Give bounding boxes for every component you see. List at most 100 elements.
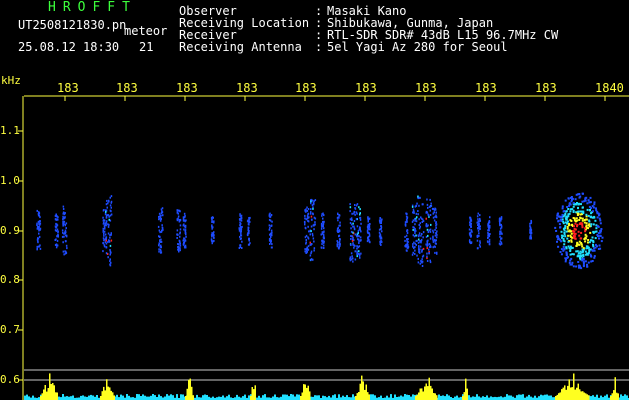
- signal-pixel: [569, 253, 572, 256]
- signal-pixel: [336, 245, 339, 248]
- signal-pixel: [354, 204, 356, 206]
- signal-pixel: [565, 210, 568, 213]
- amplitude-noise: [318, 395, 320, 400]
- signal-pixel: [313, 240, 315, 243]
- amplitude-noise: [516, 395, 518, 400]
- signal-pixel: [404, 223, 407, 226]
- amplitude-noise: [374, 395, 376, 400]
- amplitude-noise: [166, 394, 168, 400]
- signal-pixel: [268, 224, 271, 227]
- signal-pixel: [597, 248, 600, 250]
- signal-pixel: [367, 232, 369, 234]
- signal-pixel: [583, 200, 586, 203]
- signal-pixel: [581, 219, 584, 222]
- amplitude-burst: [556, 394, 558, 400]
- signal-pixel: [596, 216, 599, 219]
- signal-pixel: [102, 219, 105, 222]
- amplitude-noise: [152, 394, 154, 400]
- signal-pixel: [337, 219, 339, 222]
- amplitude-burst: [101, 391, 103, 400]
- signal-pixel: [593, 249, 596, 252]
- signal-pixel: [427, 206, 429, 209]
- signal-pixel: [336, 243, 338, 246]
- signal-pixel: [103, 244, 106, 247]
- signal-pixel: [415, 234, 417, 237]
- signal-pixel: [55, 238, 57, 241]
- signal-pixel: [322, 239, 324, 242]
- signal-pixel: [321, 243, 323, 245]
- signal-pixel: [580, 203, 582, 206]
- signal-pixel: [304, 236, 307, 239]
- signal-pixel: [572, 211, 575, 213]
- signal-pixel: [573, 219, 576, 222]
- amplitude-noise: [476, 394, 478, 400]
- signal-pixel: [479, 228, 481, 230]
- signal-pixel: [63, 235, 65, 238]
- signal-pixel: [358, 238, 360, 241]
- amplitude-noise: [180, 394, 182, 400]
- amplitude-noise: [236, 394, 238, 400]
- signal-pixel: [563, 240, 566, 243]
- amplitude-burst: [617, 393, 619, 400]
- signal-pixel: [476, 247, 479, 250]
- signal-pixel: [404, 239, 406, 242]
- signal-pixel: [479, 245, 481, 248]
- signal-pixel: [37, 214, 40, 217]
- signal-pixel: [268, 214, 271, 217]
- signal-pixel: [431, 207, 434, 210]
- signal-pixel: [381, 218, 383, 221]
- signal-pixel: [570, 232, 573, 235]
- signal-pixel: [338, 214, 340, 217]
- signal-pixel: [587, 224, 590, 227]
- signal-pixel: [177, 246, 179, 248]
- signal-pixel: [488, 229, 490, 232]
- signal-pixel: [599, 235, 602, 237]
- amplitude-noise: [294, 396, 296, 400]
- signal-pixel: [412, 219, 415, 222]
- amplitude-noise: [322, 395, 324, 400]
- amplitude-burst: [613, 390, 615, 400]
- signal-pixel: [107, 199, 110, 202]
- signal-pixel: [313, 247, 316, 250]
- amplitude-noise: [228, 394, 230, 400]
- signal-pixel: [105, 224, 107, 227]
- signal-pixel: [176, 209, 179, 212]
- amplitude-noise: [272, 396, 274, 400]
- amplitude-burst: [576, 387, 578, 400]
- signal-pixel: [350, 238, 352, 240]
- signal-pixel: [338, 243, 340, 246]
- signal-pixel: [212, 216, 214, 219]
- signal-pixel: [581, 223, 584, 226]
- signal-pixel: [567, 234, 570, 237]
- amplitude-noise: [528, 394, 530, 400]
- amplitude-noise: [182, 394, 184, 400]
- amplitude-burst: [364, 389, 366, 400]
- signal-pixel: [406, 212, 408, 215]
- amplitude-noise: [402, 396, 404, 400]
- signal-pixel: [470, 222, 472, 225]
- signal-pixel: [574, 222, 577, 225]
- signal-pixel: [499, 235, 501, 238]
- signal-pixel: [56, 223, 58, 226]
- signal-pixel: [422, 247, 425, 250]
- signal-pixel: [64, 231, 66, 234]
- signal-pixel: [530, 222, 532, 225]
- signal-pixel: [106, 206, 108, 209]
- signal-pixel: [499, 243, 502, 246]
- amplitude-noise: [292, 394, 294, 400]
- signal-pixel: [572, 253, 575, 256]
- signal-pixel: [160, 240, 163, 243]
- amplitude-burst: [191, 386, 193, 400]
- signal-pixel: [479, 219, 481, 222]
- signal-pixel: [306, 247, 308, 250]
- signal-pixel: [307, 245, 310, 248]
- signal-pixel: [350, 230, 353, 233]
- amplitude-burst: [561, 389, 563, 400]
- amplitude-burst: [40, 396, 42, 400]
- signal-pixel: [428, 229, 430, 232]
- amplitude-noise: [406, 394, 408, 400]
- signal-pixel: [578, 219, 581, 221]
- amplitude-noise: [352, 394, 354, 400]
- signal-pixel: [422, 254, 425, 257]
- amplitude-noise: [282, 394, 284, 400]
